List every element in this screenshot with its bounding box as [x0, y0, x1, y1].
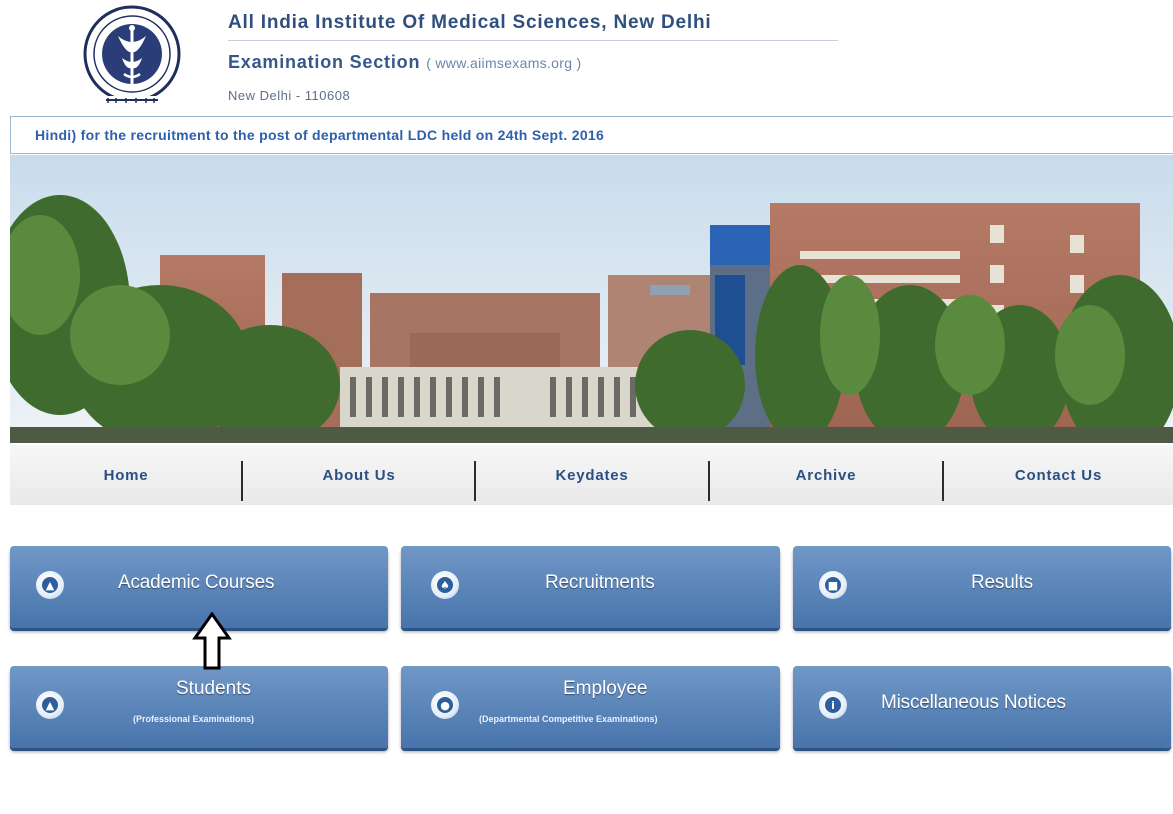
nav-home[interactable]: Home [10, 445, 242, 505]
employee-icon: ● [431, 691, 459, 719]
site-header: All India Institute Of Medical Sciences,… [0, 0, 1173, 112]
nav-contact-us[interactable]: Contact Us [944, 445, 1173, 505]
main-nav: Home About Us Keydates Archive Contact U… [10, 445, 1173, 505]
title-divider [228, 40, 838, 41]
employee-sublabel: (Departmental Competitive Examinations) [479, 714, 658, 724]
recruitments-button[interactable]: ♠ Recruitments [401, 546, 780, 628]
graduate-icon: ▲ [36, 571, 64, 599]
up-arrow-icon [192, 612, 232, 670]
campus-banner-image [10, 155, 1173, 443]
aiims-logo [83, 5, 181, 105]
section-name: Examination Section [228, 52, 421, 72]
recruitments-label: Recruitments [545, 572, 655, 593]
students-button[interactable]: ▲ Students (Professional Examinations) [10, 666, 388, 748]
people-icon: ♠ [431, 571, 459, 599]
website-link[interactable]: ( www.aiimsexams.org ) [426, 55, 581, 71]
miscellaneous-notices-button[interactable]: i Miscellaneous Notices [793, 666, 1171, 748]
results-button[interactable]: ■ Results [793, 546, 1171, 628]
academic-courses-label: Academic Courses [118, 572, 275, 593]
section-subtitle: Examination Section ( www.aiimsexams.org … [228, 52, 581, 73]
chart-icon: ■ [819, 571, 847, 599]
students-sublabel: (Professional Examinations) [133, 714, 255, 724]
institute-title: All India Institute Of Medical Sciences,… [228, 12, 712, 33]
miscellaneous-notices-label: Miscellaneous Notices [881, 692, 1066, 713]
results-label: Results [971, 572, 1033, 593]
news-ticker[interactable]: Hindi) for the recruitment to the post o… [10, 116, 1173, 154]
nav-archive[interactable]: Archive [710, 445, 942, 505]
address: New Delhi - 110608 [228, 88, 351, 103]
employee-button[interactable]: ● Employee (Departmental Competitive Exa… [401, 666, 780, 748]
news-ticker-text[interactable]: Hindi) for the recruitment to the post o… [35, 127, 604, 143]
info-icon: i [819, 691, 847, 719]
student-icon: ▲ [36, 691, 64, 719]
students-label: Students [176, 678, 251, 699]
nav-about-us[interactable]: About Us [243, 445, 475, 505]
nav-keydates[interactable]: Keydates [476, 445, 708, 505]
employee-label: Employee [563, 678, 648, 699]
